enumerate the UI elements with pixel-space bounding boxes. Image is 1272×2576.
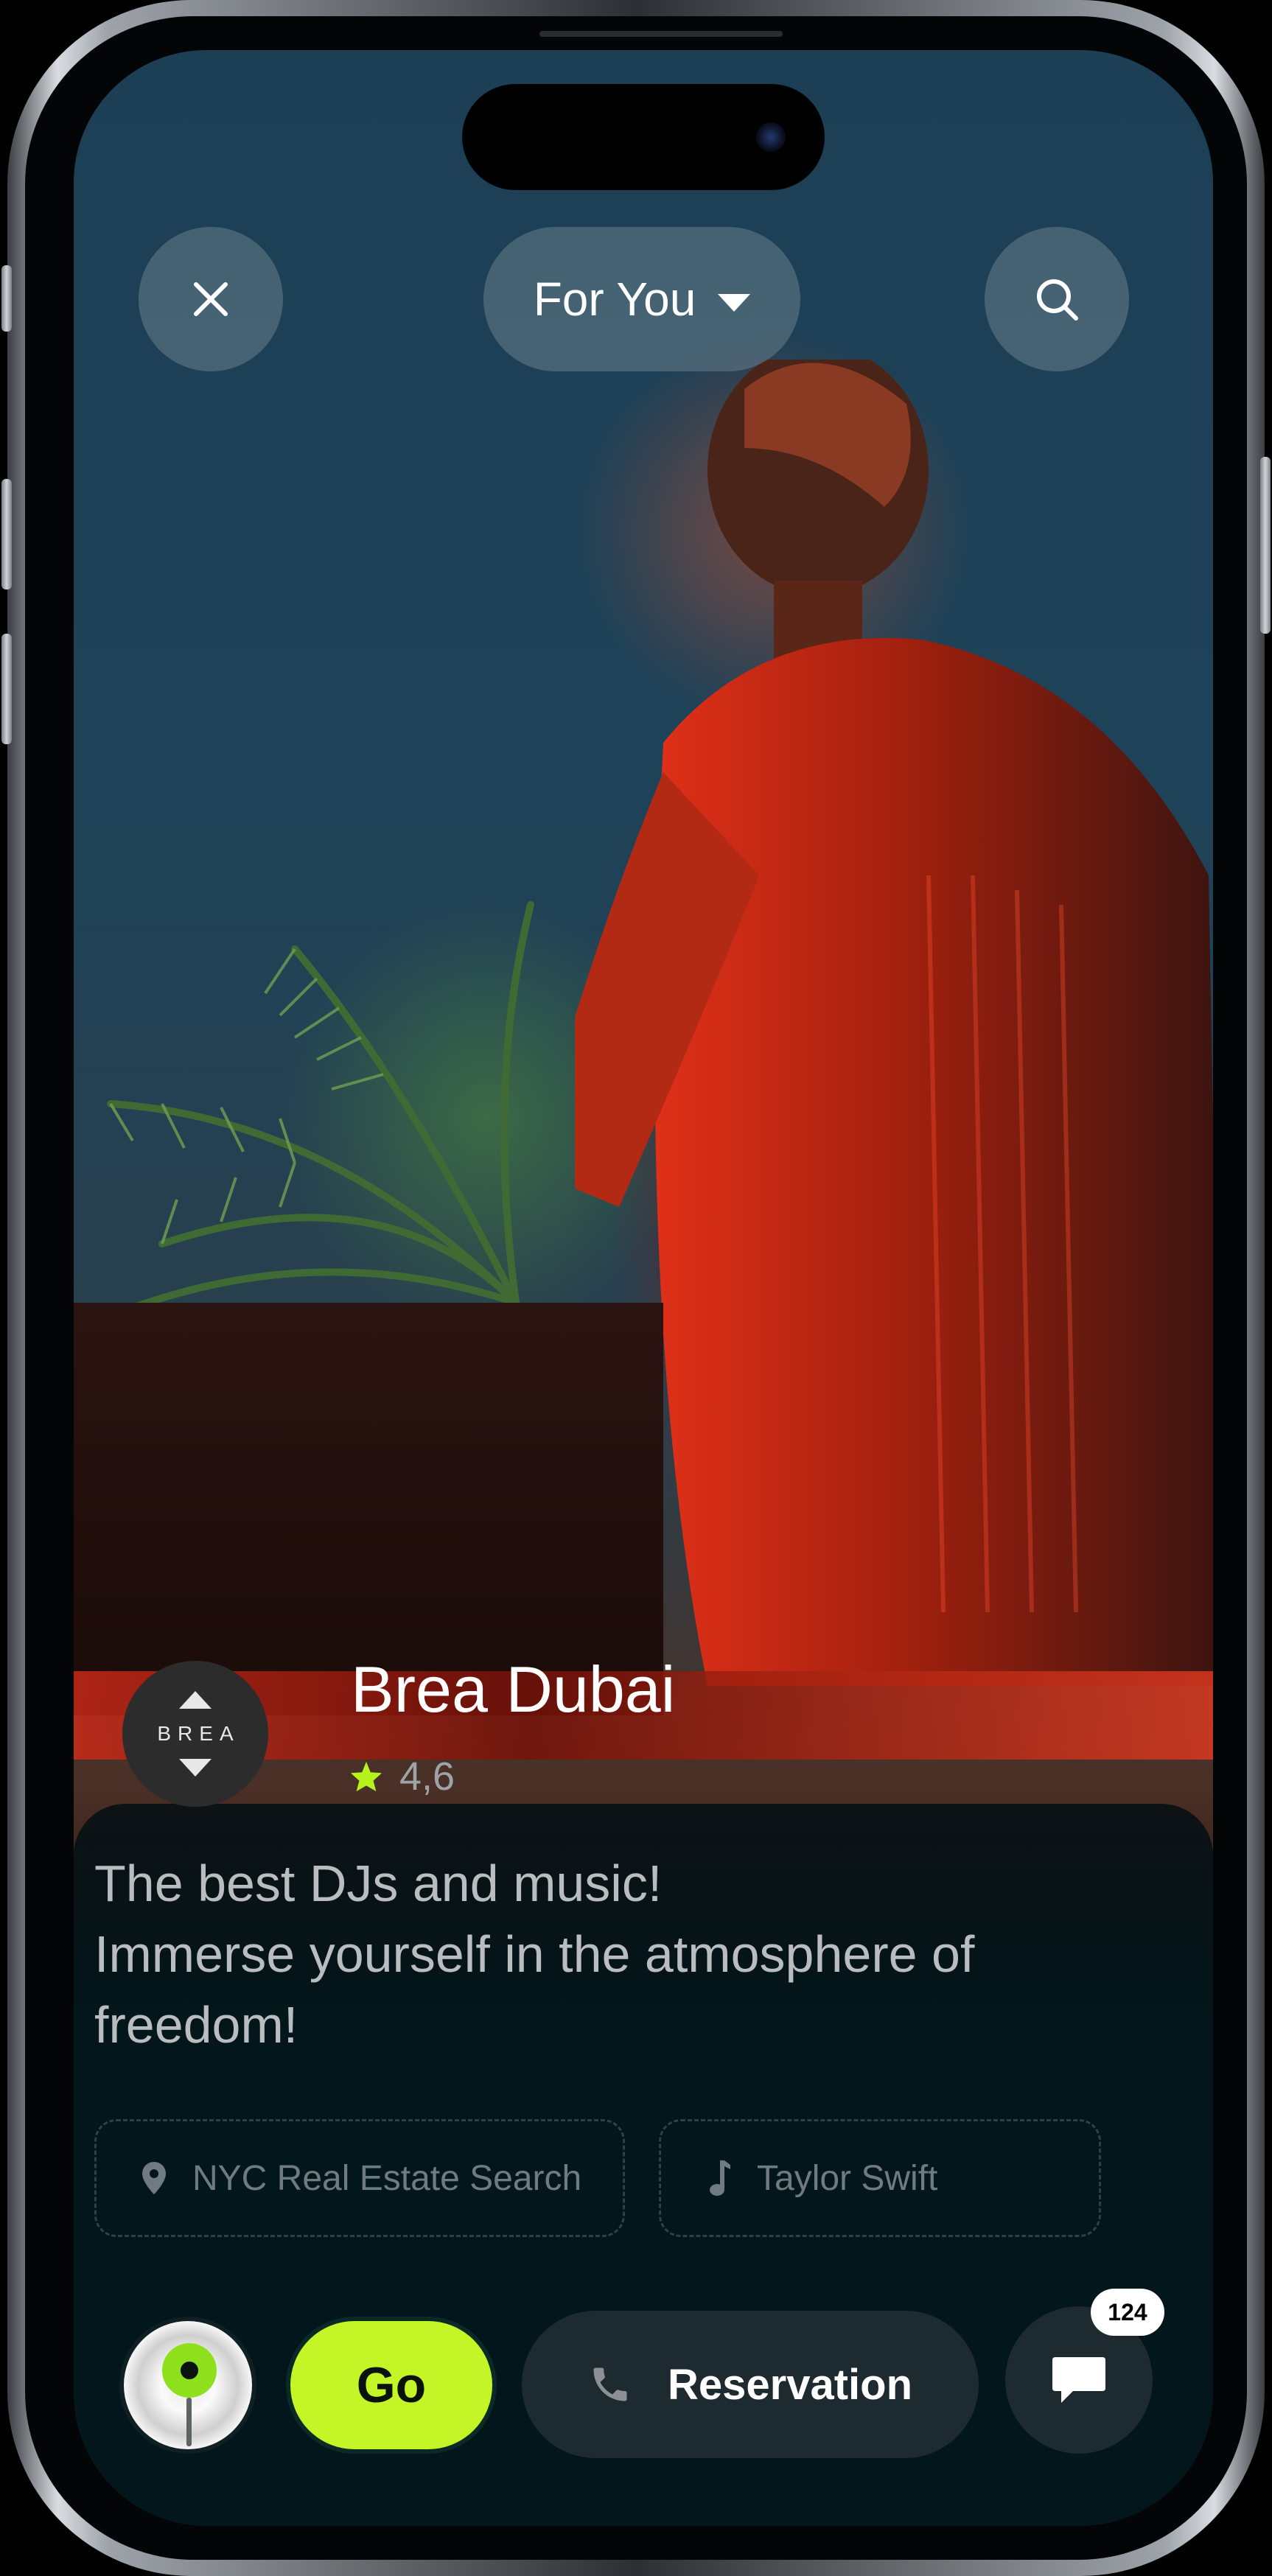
vinyl-record-button[interactable] (119, 2317, 256, 2454)
venue-logo[interactable]: BREA (122, 1661, 268, 1807)
search-button[interactable] (985, 227, 1129, 371)
palm-plant-image (74, 901, 534, 1336)
reservation-button[interactable]: Reservation (522, 2311, 979, 2458)
location-chip[interactable]: NYC Real Estate Search (94, 2119, 625, 2237)
feed-selector-label: For You (533, 273, 696, 326)
volume-up-button (1, 479, 12, 589)
music-chip-label: Taylor Swift (757, 2158, 938, 2198)
record-center-icon (162, 2343, 217, 2398)
rating-value: 4,6 (399, 1754, 455, 1799)
volume-down-button (1, 634, 12, 744)
search-icon (1037, 279, 1078, 321)
triangle-down-icon (179, 1759, 212, 1777)
description-line: freedom! (94, 1996, 298, 2054)
star-icon (350, 1761, 382, 1792)
reservation-label: Reservation (667, 2360, 913, 2409)
record-stylus-icon (186, 2398, 192, 2446)
go-button[interactable]: Go (286, 2317, 497, 2454)
power-button (1260, 457, 1271, 634)
triangle-up-icon (179, 1691, 212, 1709)
feed-selector[interactable]: For You (483, 227, 800, 371)
front-camera (756, 122, 786, 152)
messages-count-badge: 124 (1091, 2289, 1164, 2336)
close-icon (194, 282, 228, 316)
chevron-down-icon (718, 294, 751, 312)
venue-rating: 4,6 (349, 1754, 455, 1799)
location-chip-label: NYC Real Estate Search (192, 2158, 582, 2198)
music-chip[interactable]: Taylor Swift (659, 2119, 1101, 2237)
venue-name[interactable]: Brea Dubai (351, 1652, 675, 1727)
music-note-icon (705, 2159, 732, 2197)
description-line: The best DJs and music! (94, 1855, 663, 1912)
top-speaker (539, 31, 783, 37)
location-pin-icon (141, 2160, 167, 2196)
action-button (1, 265, 12, 332)
phone-icon (588, 2362, 632, 2407)
venue-description: The best DJs and music! Immerse yourself… (94, 1848, 1111, 2060)
chat-bubble-icon (1052, 2357, 1105, 2403)
description-line: Immerse yourself in the atmosphere of (94, 1925, 975, 1983)
close-button[interactable] (139, 227, 283, 371)
venue-logo-text: BREA (157, 1722, 240, 1745)
